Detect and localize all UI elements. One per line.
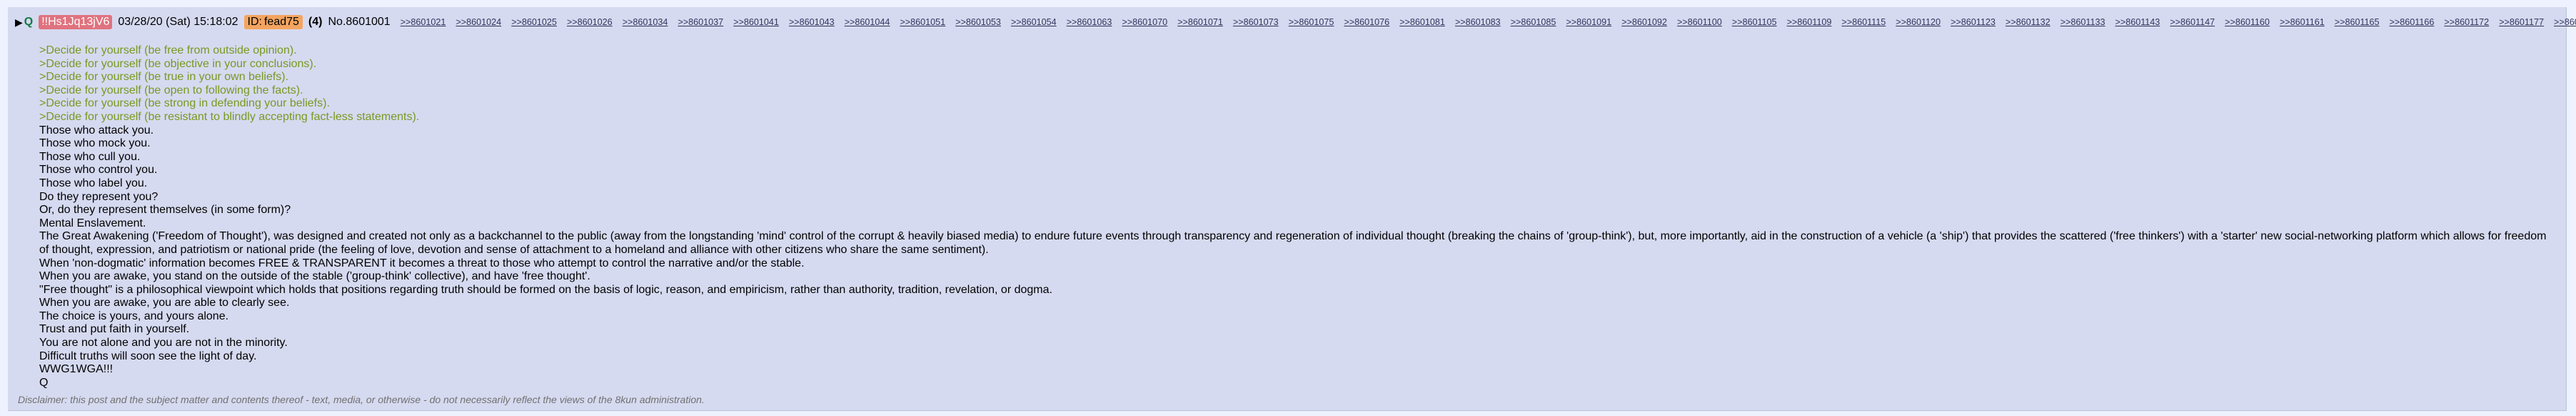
backlink[interactable]: >>8601054 bbox=[1011, 17, 1057, 27]
body-line: "Free thought" is a philosophical viewpo… bbox=[39, 283, 1052, 296]
poster-id-badge[interactable]: ID: fead75 bbox=[243, 15, 303, 29]
body-line: Q bbox=[39, 376, 49, 389]
poster-id-value: fead75 bbox=[263, 16, 299, 28]
backlink[interactable]: >>8601177 bbox=[2499, 17, 2544, 27]
body-line: Those who control you. bbox=[39, 164, 158, 177]
backlink[interactable]: >>8601091 bbox=[1566, 17, 1611, 27]
backlink[interactable]: >>8601051 bbox=[900, 17, 945, 27]
backlinks-list: >>8601021 >>8601024 >>8601025 >>8601026 >>86… bbox=[401, 17, 2576, 27]
greentext-line: >Decide for yourself (be objective in yo… bbox=[39, 57, 317, 70]
body-line: Do they represent you? bbox=[39, 190, 159, 203]
greentext-line: >Decide for yourself (be open to followi… bbox=[39, 84, 303, 96]
backlink[interactable]: >>8601161 bbox=[2280, 17, 2325, 27]
backlink[interactable]: >>8601063 bbox=[1067, 17, 1112, 27]
poster-tripcode: !!Hs1Jq13jV6 bbox=[39, 15, 113, 29]
post-header: ▶ Q !!Hs1Jq13jV6 03/28/20 (Sat) 15:18:02… bbox=[15, 11, 2576, 33]
backlink[interactable]: >>8601160 bbox=[2225, 17, 2270, 27]
backlink[interactable]: >>8601026 bbox=[567, 17, 613, 27]
backlink[interactable]: >>8601037 bbox=[678, 17, 723, 27]
reply-count: (4) bbox=[308, 16, 323, 28]
greentext-line: >Decide for yourself (be free from outsi… bbox=[39, 44, 297, 56]
backlink[interactable]: >>8601071 bbox=[1177, 17, 1223, 27]
collapse-toggle-icon[interactable]: ▶ bbox=[15, 16, 23, 29]
body-line: Difficult truths will soon see the light… bbox=[39, 350, 257, 362]
post-number-label-link[interactable]: No. bbox=[328, 16, 346, 28]
backlink[interactable]: >>8601109 bbox=[1787, 17, 1832, 27]
post-body: >Decide for yourself (be free from outsi… bbox=[39, 44, 2552, 390]
backlink[interactable]: >>8601075 bbox=[1289, 17, 1334, 27]
backlink[interactable]: >>8601147 bbox=[2170, 17, 2215, 27]
body-line: When you are awake, you are able to clea… bbox=[39, 297, 290, 309]
backlink[interactable]: >>8601123 bbox=[1951, 17, 1996, 27]
backlink[interactable]: >>8601092 bbox=[1621, 17, 1667, 27]
backlink[interactable]: >>8601053 bbox=[955, 17, 1001, 27]
post-container: ▶ Q !!Hs1Jq13jV6 03/28/20 (Sat) 15:18:02… bbox=[8, 7, 2576, 411]
body-line: Those who attack you. bbox=[39, 124, 154, 137]
backlink[interactable]: >>8601041 bbox=[733, 17, 779, 27]
post-date: 03/28/20 (Sat) 15:18:02 bbox=[118, 16, 238, 28]
greentext-line: >Decide for yourself (be resistant to bl… bbox=[39, 110, 420, 123]
backlink[interactable]: >>8601073 bbox=[1233, 17, 1279, 27]
backlink[interactable]: >>8601070 bbox=[1122, 17, 1167, 27]
backlink[interactable]: >>8601021 bbox=[401, 17, 446, 27]
backlink[interactable]: >>8601044 bbox=[845, 17, 890, 27]
post-disclaimer: Disclaimer: this post and the subject ma… bbox=[18, 394, 705, 405]
poster-name: Q bbox=[24, 16, 34, 28]
backlink[interactable]: >>8601166 bbox=[2390, 17, 2435, 27]
post-number-link[interactable]: 8601001 bbox=[346, 16, 390, 28]
body-line: Those who label you. bbox=[39, 177, 148, 189]
backlink[interactable]: >>8601085 bbox=[1511, 17, 1556, 27]
backlink[interactable]: >>8601081 bbox=[1399, 17, 1445, 27]
backlink[interactable]: >>8601172 bbox=[2444, 17, 2489, 27]
body-line: Mental Enslavement. bbox=[39, 217, 146, 229]
body-line: The choice is yours, and yours alone. bbox=[39, 309, 229, 322]
body-line: The Great Awakening ('Freedom of Thought… bbox=[39, 230, 2547, 256]
body-line: Those who mock you. bbox=[39, 137, 151, 150]
body-line: Those who cull you. bbox=[39, 150, 141, 163]
backlink[interactable]: >>8601105 bbox=[1732, 17, 1777, 27]
body-line: Trust and put faith in yourself. bbox=[39, 323, 190, 336]
backlink[interactable]: >>8601132 bbox=[2006, 17, 2051, 27]
greentext-line: >Decide for yourself (be true in your ow… bbox=[39, 71, 289, 84]
backlink[interactable]: >>8601115 bbox=[1841, 17, 1886, 27]
backlink[interactable]: >>8601120 bbox=[1896, 17, 1941, 27]
backlink[interactable]: >>8601083 bbox=[1455, 17, 1501, 27]
body-line: When you are awake, you stand on the out… bbox=[39, 270, 590, 283]
backlink[interactable]: >>8601024 bbox=[456, 17, 501, 27]
body-line: WWG1WGA!!! bbox=[39, 363, 114, 376]
body-line: You are not alone and you are not in the… bbox=[39, 337, 288, 350]
body-line: When 'non-dogmatic' information becomes … bbox=[39, 257, 805, 269]
backlink[interactable]: >>8601165 bbox=[2335, 17, 2380, 27]
backlink[interactable]: >>8601100 bbox=[1677, 17, 1722, 27]
backlink[interactable]: >>8601076 bbox=[1344, 17, 1389, 27]
backlink[interactable]: >>8601043 bbox=[789, 17, 835, 27]
backlink[interactable]: >>8601143 bbox=[2115, 17, 2160, 27]
backlink[interactable]: >>8601034 bbox=[623, 17, 668, 27]
backlink[interactable]: >>8601025 bbox=[511, 17, 557, 27]
greentext-line: >Decide for yourself (be strong in defen… bbox=[39, 97, 330, 110]
backlink[interactable]: >>8601133 bbox=[2061, 17, 2105, 27]
body-line: Or, do they represent themselves (in som… bbox=[39, 204, 291, 217]
poster-id-label: ID: bbox=[247, 16, 262, 28]
post-number[interactable]: No.8601001 bbox=[328, 16, 390, 29]
backlink[interactable]: >>8601185 bbox=[2554, 17, 2576, 27]
